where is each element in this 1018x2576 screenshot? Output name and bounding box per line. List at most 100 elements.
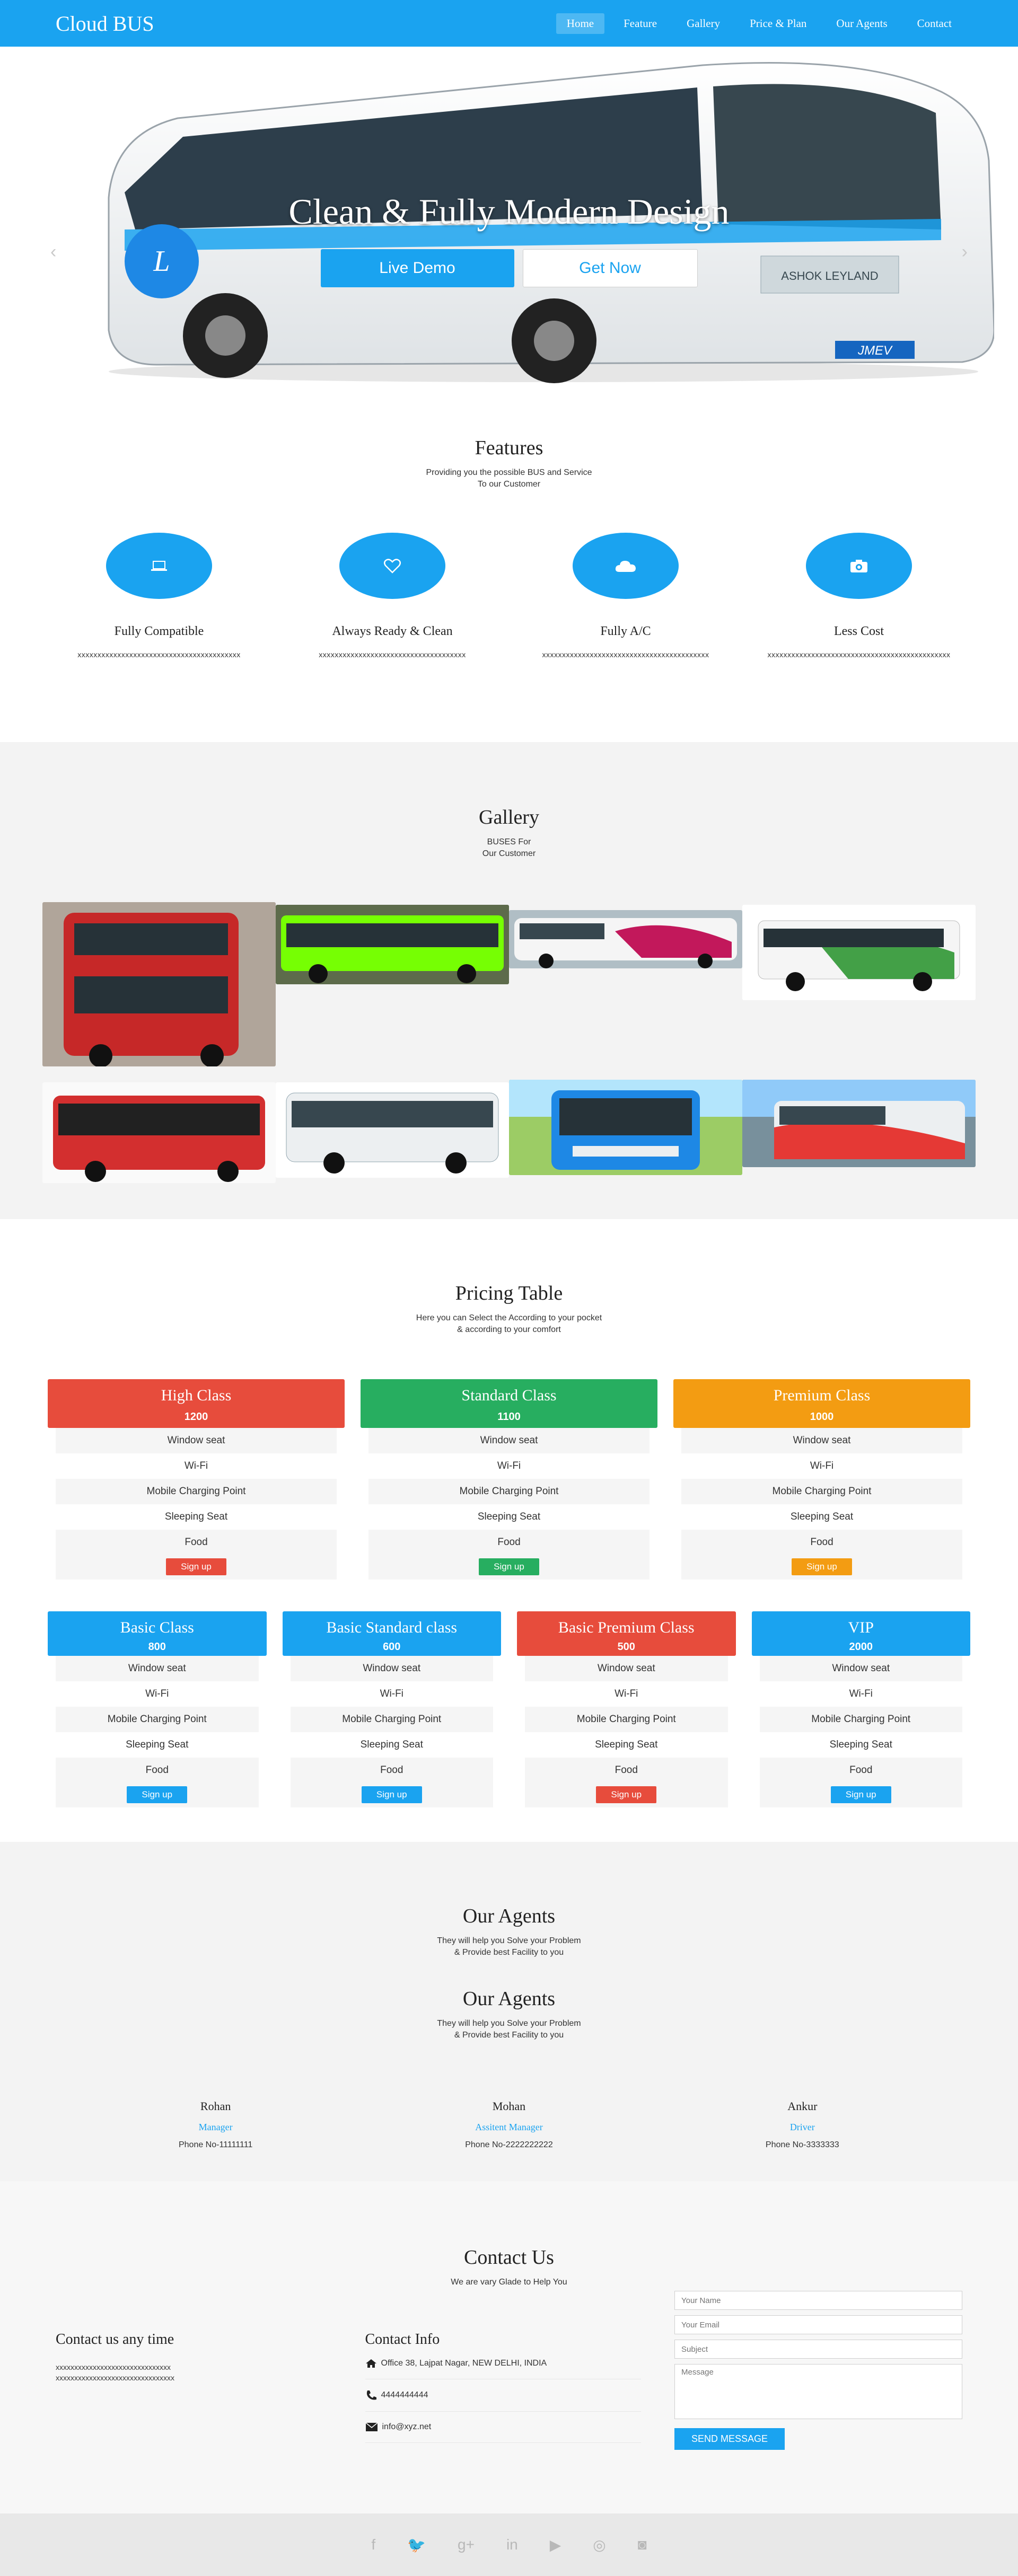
- pricing-section: Pricing Table Here you can Select the Ac…: [0, 1219, 1018, 1842]
- pricing-subtitle: Here you can Select the According to you…: [416, 1313, 602, 1334]
- green-city-bus-photo[interactable]: [276, 905, 509, 984]
- agents-title: Our Agents: [462, 1905, 556, 1927]
- heart-icon: [339, 533, 445, 599]
- pricing-card-high-class: High Class 1200 Window seat Wi-Fi Mobile…: [48, 1379, 345, 1580]
- plan-price: 1000: [810, 1411, 834, 1423]
- google-plus-icon[interactable]: g+: [458, 2536, 475, 2553]
- plan-feature: Wi-Fi: [681, 1453, 962, 1479]
- pricing-card-basic-class: Basic Class 800 Window seat Wi-Fi Mobile…: [48, 1611, 267, 1807]
- address-text: Office 38, Lajpat Nagar, NEW DELHI, INDI…: [381, 2359, 547, 2368]
- send-message-button[interactable]: SEND MESSAGE: [674, 2428, 785, 2450]
- white-red-bus-photo[interactable]: [742, 1080, 976, 1167]
- sign-up-button[interactable]: Sign up: [361, 1786, 422, 1803]
- plan-price: 600: [383, 1641, 401, 1653]
- footer: f 🐦 g+ in ▶ ◎ ◙: [0, 2513, 1018, 2576]
- plan-name: High Class: [161, 1387, 232, 1404]
- youtube-icon[interactable]: ▶: [550, 2536, 561, 2554]
- sign-up-button[interactable]: Sign up: [792, 1558, 852, 1575]
- facebook-icon[interactable]: f: [371, 2536, 375, 2553]
- plan-price: 1200: [184, 1411, 208, 1423]
- phone-icon: [366, 2390, 376, 2400]
- twitter-icon[interactable]: 🐦: [407, 2536, 426, 2554]
- feature-desc: xxxxxxxxxxxxxxxxxxxxxxxxxxxxxxxxxxxxxxxx…: [767, 650, 951, 659]
- nav-menu: Home Feature Gallery Price & Plan Our Ag…: [556, 13, 962, 34]
- feature-name: Fully Compatible: [114, 624, 204, 638]
- agent-role: Assitent Manager: [475, 2122, 543, 2132]
- plan-feature: Food: [525, 1758, 728, 1783]
- live-demo-button[interactable]: Live Demo: [320, 249, 514, 287]
- features-title: Features: [475, 437, 543, 459]
- red-double-decker-bus-photo[interactable]: [42, 902, 276, 1066]
- instagram-icon[interactable]: ◙: [638, 2536, 647, 2553]
- agent-phone: Phone No-2222222222: [465, 2140, 553, 2149]
- pricing-header: Standard Class 1100: [361, 1379, 657, 1428]
- email-input[interactable]: [674, 2315, 962, 2334]
- agents-section: Our Agents They will help you Solve your…: [0, 1842, 1018, 2181]
- plan-name: Premium Class: [773, 1387, 871, 1404]
- plan-price: 2000: [849, 1641, 873, 1653]
- agent-card: Rohan Manager Phone No-11111111: [120, 2099, 311, 2150]
- agent-phone: Phone No-11111111: [178, 2140, 253, 2149]
- subject-input[interactable]: [674, 2340, 962, 2359]
- nav-contact[interactable]: Contact: [907, 13, 962, 34]
- email-text[interactable]: info@xyz.net: [382, 2422, 432, 2432]
- plan-feature: Mobile Charging Point: [759, 1707, 962, 1732]
- hero-title: Clean & Fully Modern Design: [288, 191, 730, 232]
- plan-name: Basic Standard class: [326, 1619, 458, 1636]
- pricing-card-standard-class: Standard Class 1100 Window seat Wi-Fi Mo…: [361, 1379, 657, 1580]
- white-red-coach-photo[interactable]: [509, 910, 742, 968]
- email-row: info@xyz.net: [365, 2412, 641, 2443]
- get-now-button[interactable]: Get Now: [522, 249, 698, 287]
- plan-feature: Sleeping Seat: [56, 1504, 337, 1530]
- sign-up-button[interactable]: Sign up: [830, 1786, 891, 1803]
- plan-feature: Mobile Charging Point: [290, 1707, 493, 1732]
- brand-logo[interactable]: Cloud BUS: [56, 11, 154, 36]
- nav-feature[interactable]: Feature: [613, 13, 668, 34]
- agent-role: Manager: [198, 2122, 233, 2132]
- name-input[interactable]: [674, 2291, 962, 2310]
- feature-card: Less Cost xxxxxxxxxxxxxxxxxxxxxxxxxxxxxx…: [753, 533, 965, 659]
- plan-feature: Food: [681, 1530, 962, 1555]
- white-green-bus-photo[interactable]: [742, 905, 976, 1000]
- pricing-card-basic-standard-class: Basic Standard class 600 Window seat Wi-…: [282, 1611, 501, 1807]
- nav-our-agents[interactable]: Our Agents: [826, 13, 898, 34]
- home-icon: [365, 2359, 376, 2368]
- plan-feature: Sleeping Seat: [525, 1732, 728, 1758]
- agent-card: Ankur Driver Phone No-3333333: [707, 2099, 898, 2150]
- pricing-card-vip: VIP 2000 Window seat Wi-Fi Mobile Chargi…: [751, 1611, 970, 1807]
- sign-up-button[interactable]: Sign up: [596, 1786, 657, 1803]
- nav-home[interactable]: Home: [556, 13, 605, 34]
- plan-feature: Window seat: [681, 1428, 962, 1453]
- pricing-header: VIP 2000: [751, 1611, 970, 1656]
- sign-up-button[interactable]: Sign up: [479, 1558, 539, 1575]
- contact-form: SEND MESSAGE: [674, 2291, 962, 2450]
- pricing-title: Pricing Table: [455, 1282, 563, 1304]
- nav-price-plan[interactable]: Price & Plan: [739, 13, 817, 34]
- feature-name: Fully A/C: [600, 624, 651, 638]
- plan-feature: Wi-Fi: [368, 1453, 650, 1479]
- plan-name: VIP: [848, 1619, 874, 1636]
- feature-name: Less Cost: [833, 624, 884, 638]
- sign-up-button[interactable]: Sign up: [166, 1558, 226, 1575]
- message-textarea[interactable]: [674, 2364, 962, 2419]
- pricing-header: Basic Premium Class 500: [517, 1611, 736, 1656]
- plan-feature: Food: [759, 1758, 962, 1783]
- red-city-bus-photo[interactable]: [42, 1082, 276, 1183]
- white-coach-photo[interactable]: [276, 1082, 509, 1178]
- plan-feature: Window seat: [290, 1656, 493, 1681]
- sign-up-button[interactable]: Sign up: [127, 1786, 188, 1803]
- plan-feature: Wi-Fi: [525, 1681, 728, 1707]
- dribbble-icon[interactable]: ◎: [593, 2536, 605, 2554]
- features-section: Features Providing you the possible BUS …: [0, 386, 1018, 742]
- features-subtitle: Providing you the possible BUS and Servi…: [426, 468, 592, 489]
- plan-feature: Wi-Fi: [759, 1681, 962, 1707]
- plan-feature: Window seat: [525, 1656, 728, 1681]
- blue-bus-photo[interactable]: [509, 1080, 742, 1175]
- address-row: Office 38, Lajpat Nagar, NEW DELHI, INDI…: [365, 2348, 641, 2379]
- agent-card: Mohan Assitent Manager Phone No-22222222…: [414, 2099, 604, 2150]
- agent-name: Ankur: [787, 2099, 818, 2113]
- linkedin-icon[interactable]: in: [506, 2536, 518, 2553]
- pricing-card-basic-premium-class: Basic Premium Class 500 Window seat Wi-F…: [517, 1611, 736, 1807]
- plan-name: Basic Premium Class: [558, 1619, 695, 1636]
- nav-gallery[interactable]: Gallery: [676, 13, 731, 34]
